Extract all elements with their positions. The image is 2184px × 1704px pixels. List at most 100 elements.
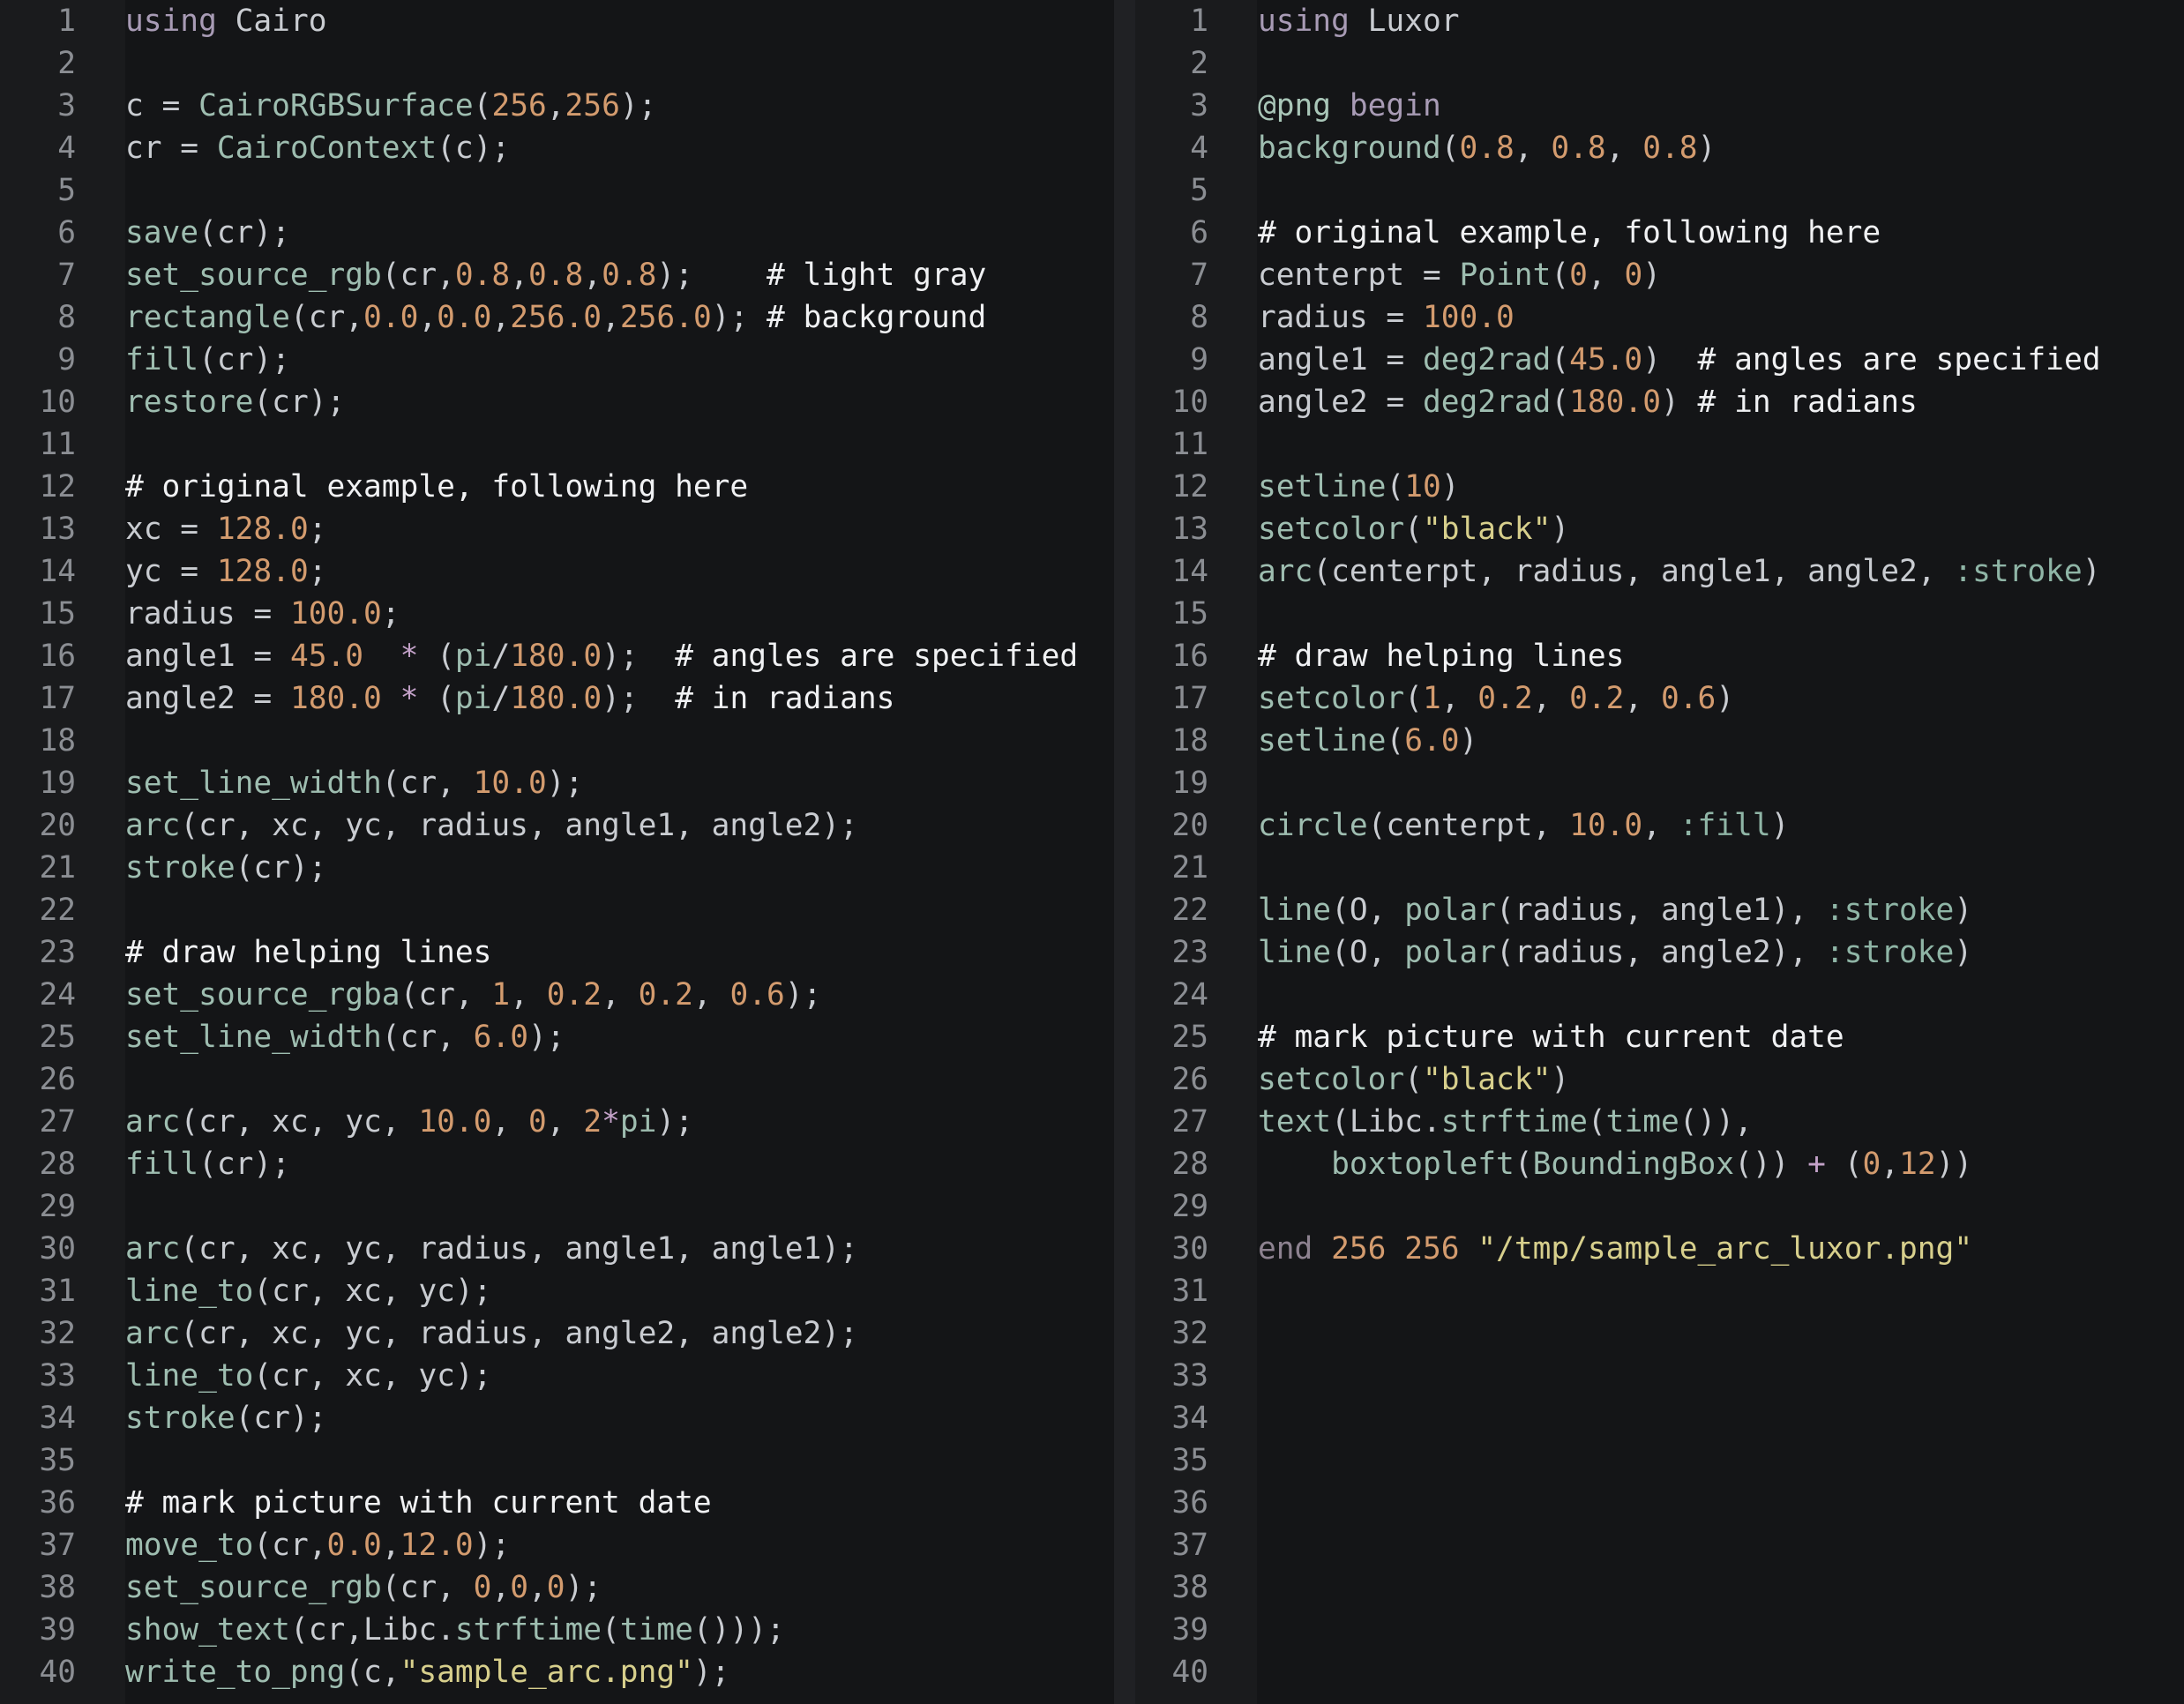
code-line[interactable]: 29: [1135, 1185, 2184, 1228]
code-line[interactable]: 16 # draw helping lines: [1135, 635, 2184, 677]
code-line[interactable]: 20 circle(centerpt, 10.0, :fill): [1135, 804, 2184, 847]
number-token: 10: [1404, 469, 1441, 504]
code-line[interactable]: 8 rectangle(cr,0.0,0.0,256.0,256.0); # ba…: [0, 296, 1114, 339]
code-line[interactable]: 38: [1135, 1566, 2184, 1609]
code-text: ,: [583, 258, 602, 293]
code-line[interactable]: 39 show_text(cr,Libc.strftime(time()));: [0, 1609, 1114, 1651]
code-line[interactable]: 35: [0, 1439, 1114, 1482]
luxor-editor-pane[interactable]: 1 using Luxor 2 3 @png begin 4 background(0.8,…: [1135, 0, 2184, 1704]
code-line[interactable]: 18: [0, 720, 1114, 762]
code-line[interactable]: 11: [1135, 423, 2184, 466]
function-token: setcolor: [1258, 1062, 1405, 1097]
code-line[interactable]: 9 fill(cr);: [0, 339, 1114, 381]
code-line[interactable]: 26: [0, 1058, 1114, 1101]
code-text: radius =: [1258, 300, 1423, 335]
code-line[interactable]: 37 move_to(cr,0.0,12.0);: [0, 1524, 1114, 1566]
code-line[interactable]: 10 restore(cr);: [0, 381, 1114, 423]
code-line[interactable]: 32 arc(cr, xc, yc, radius, angle2, angle2…: [0, 1312, 1114, 1355]
code-line[interactable]: 22 line(O, polar(radius, angle1), :stroke…: [1135, 889, 2184, 931]
code-line[interactable]: 5: [0, 169, 1114, 212]
code-line[interactable]: 1 using Luxor: [1135, 0, 2184, 42]
code-line[interactable]: 27 arc(cr, xc, yc, 10.0, 0, 2*pi);: [0, 1101, 1114, 1143]
code-text: ;: [381, 596, 400, 632]
code-content: radius = 100.0;: [125, 593, 400, 635]
code-line[interactable]: 4 background(0.8, 0.8, 0.8): [1135, 127, 2184, 169]
code-line[interactable]: 30 arc(cr, xc, yc, radius, angle1, angle1…: [0, 1228, 1114, 1270]
code-line[interactable]: 3 @png begin: [1135, 85, 2184, 127]
code-line[interactable]: 34: [1135, 1397, 2184, 1439]
code-text: ): [1716, 681, 1735, 716]
code-line[interactable]: 20 arc(cr, xc, yc, radius, angle1, angle2…: [0, 804, 1114, 847]
code-text: ): [1642, 342, 1698, 377]
code-line[interactable]: 24: [1135, 974, 2184, 1016]
code-line[interactable]: 23 # draw helping lines: [0, 931, 1114, 974]
code-line[interactable]: 6 # original example, following here: [1135, 212, 2184, 254]
code-line[interactable]: 21 stroke(cr);: [0, 847, 1114, 889]
code-line[interactable]: 18 setline(6.0): [1135, 720, 2184, 762]
code-line[interactable]: 14 arc(centerpt, radius, angle1, angle2, …: [1135, 550, 2184, 593]
code-content: angle1 = 45.0 * (pi/180.0); # angles are…: [125, 635, 1078, 677]
code-text: (c,: [345, 1655, 400, 1690]
code-line[interactable]: 23 line(O, polar(radius, angle2), :stroke…: [1135, 931, 2184, 974]
code-line[interactable]: 6 save(cr);: [0, 212, 1114, 254]
function-token: show_text: [125, 1612, 290, 1648]
code-line[interactable]: 37: [1135, 1524, 2184, 1566]
code-line[interactable]: 31: [1135, 1270, 2184, 1312]
code-line[interactable]: 33: [1135, 1355, 2184, 1397]
code-line[interactable]: 16 angle1 = 45.0 * (pi/180.0); # angles a…: [0, 635, 1114, 677]
code-line[interactable]: 21: [1135, 847, 2184, 889]
code-line[interactable]: 19: [1135, 762, 2184, 804]
code-line[interactable]: 36 # mark picture with current date: [0, 1482, 1114, 1524]
code-line[interactable]: 1 using Cairo: [0, 0, 1114, 42]
code-line[interactable]: 15: [1135, 593, 2184, 635]
code-line[interactable]: 26 setcolor("black"): [1135, 1058, 2184, 1101]
code-line[interactable]: 29: [0, 1185, 1114, 1228]
code-line[interactable]: 25 # mark picture with current date: [1135, 1016, 2184, 1058]
code-line[interactable]: 34 stroke(cr);: [0, 1397, 1114, 1439]
code-line[interactable]: 14 yc = 128.0;: [0, 550, 1114, 593]
number-token: 256: [491, 88, 547, 123]
code-line[interactable]: 35: [1135, 1439, 2184, 1482]
code-line[interactable]: 15 radius = 100.0;: [0, 593, 1114, 635]
code-line[interactable]: 28 boxtopleft(BoundingBox()) + (0,12)): [1135, 1143, 2184, 1185]
code-line[interactable]: 19 set_line_width(cr, 10.0);: [0, 762, 1114, 804]
code-line[interactable]: 39: [1135, 1609, 2184, 1651]
number-token: 256: [565, 88, 620, 123]
code-line[interactable]: 3 c = CairoRGBSurface(256,256);: [0, 85, 1114, 127]
code-line[interactable]: 33 line_to(cr, xc, yc);: [0, 1355, 1114, 1397]
code-line[interactable]: 40: [1135, 1651, 2184, 1693]
code-line[interactable]: 28 fill(cr);: [0, 1143, 1114, 1185]
code-line[interactable]: 17 setcolor(1, 0.2, 0.2, 0.6): [1135, 677, 2184, 720]
code-line[interactable]: 12 setline(10): [1135, 466, 2184, 508]
code-line[interactable]: 40 write_to_png(c,"sample_arc.png");: [0, 1651, 1114, 1693]
code-line[interactable]: 4 cr = CairoContext(c);: [0, 127, 1114, 169]
code-line[interactable]: 27 text(Libc.strftime(time()),: [1135, 1101, 2184, 1143]
code-line[interactable]: 9 angle1 = deg2rad(45.0) # angles are spe…: [1135, 339, 2184, 381]
code-line[interactable]: 7 centerpt = Point(0, 0): [1135, 254, 2184, 296]
code-line[interactable]: 31 line_to(cr, xc, yc);: [0, 1270, 1114, 1312]
code-text: );: [602, 639, 676, 674]
code-line[interactable]: 2: [1135, 42, 2184, 85]
code-line[interactable]: 30 end 256 256 "/tmp/sample_arc_luxor.png…: [1135, 1228, 2184, 1270]
code-line[interactable]: 5: [1135, 169, 2184, 212]
function-token: save: [125, 215, 199, 250]
code-line[interactable]: 10 angle2 = deg2rad(180.0) # in radians: [1135, 381, 2184, 423]
code-line[interactable]: 8 radius = 100.0: [1135, 296, 2184, 339]
code-line[interactable]: 11: [0, 423, 1114, 466]
code-line[interactable]: 32: [1135, 1312, 2184, 1355]
code-line[interactable]: 13 xc = 128.0;: [0, 508, 1114, 550]
code-line[interactable]: 13 setcolor("black"): [1135, 508, 2184, 550]
code-line[interactable]: 36: [1135, 1482, 2184, 1524]
code-line[interactable]: 17 angle2 = 180.0 * (pi/180.0); # in radi…: [0, 677, 1114, 720]
code-line[interactable]: 7 set_source_rgb(cr,0.8,0.8,0.8); # light…: [0, 254, 1114, 296]
cairo-editor-pane[interactable]: 1 using Cairo 2 3 c = CairoRGBSurface(256,25…: [0, 0, 1114, 1704]
line-number: 29: [39, 1189, 76, 1224]
code-line[interactable]: 22: [0, 889, 1114, 931]
code-line[interactable]: 38 set_source_rgb(cr, 0,0,0);: [0, 1566, 1114, 1609]
code-line[interactable]: 2: [0, 42, 1114, 85]
split-divider[interactable]: [1114, 0, 1135, 1704]
code-line[interactable]: 25 set_line_width(cr, 6.0);: [0, 1016, 1114, 1058]
line-number: 27: [1171, 1104, 1208, 1140]
code-line[interactable]: 24 set_source_rgba(cr, 1, 0.2, 0.2, 0.6);: [0, 974, 1114, 1016]
code-line[interactable]: 12 # original example, following here: [0, 466, 1114, 508]
